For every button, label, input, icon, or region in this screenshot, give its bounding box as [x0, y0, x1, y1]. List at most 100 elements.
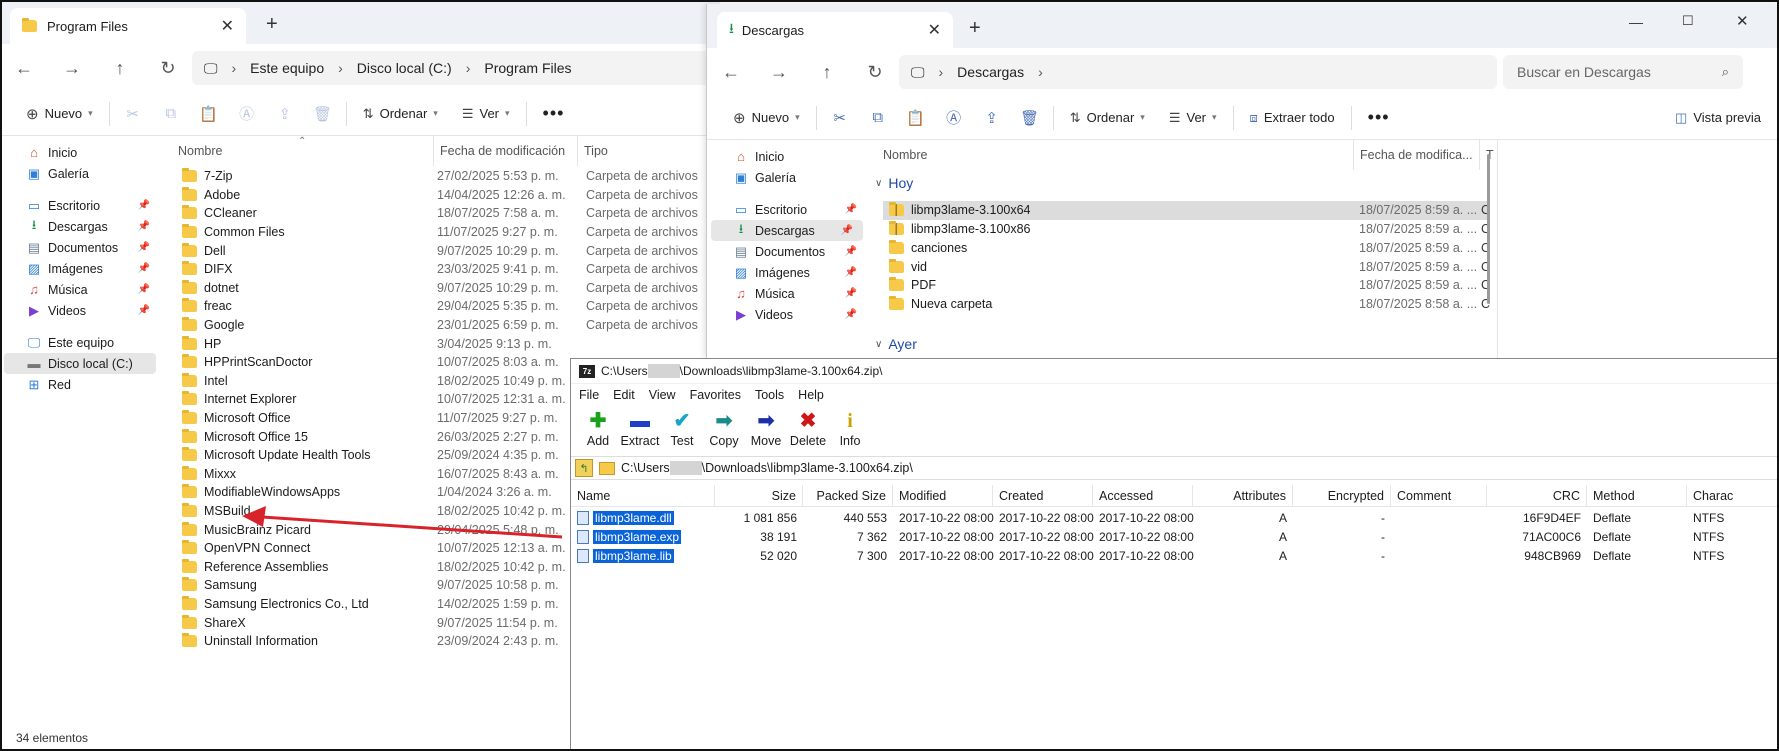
new-button[interactable]: ⊕ Nuevo ▾	[721, 102, 812, 134]
column-modified[interactable]: Fecha de modifica...	[1354, 140, 1480, 170]
new-tab-icon[interactable]: +	[266, 14, 278, 34]
file-row[interactable]: freac 29/04/2025 5:35 p. m. Carpeta de arc…	[182, 297, 698, 316]
file-row[interactable]: 7-Zip 27/02/2025 5:53 p. m. Carpeta de arc…	[182, 167, 698, 186]
file-row[interactable]: Adobe 14/04/2025 12:26 a. m. Carpeta de ar…	[182, 186, 698, 205]
extract-button[interactable]: ▬ Extract	[619, 406, 661, 448]
menu-item[interactable]: View	[649, 388, 676, 402]
file-row[interactable]: dotnet 9/07/2025 10:29 p. m. Carpeta de ar…	[182, 279, 698, 298]
sidebar-item[interactable]: ▨ Imágenes 📌	[0, 258, 160, 279]
file-row[interactable]: Common Files 11/07/2025 9:27 p. m. Carpeta…	[182, 223, 698, 242]
rename-icon[interactable]: Ⓐ	[228, 98, 266, 130]
delete-icon[interactable]: 🗑	[304, 98, 342, 130]
archive-row[interactable]: libmp3lame.exp 38 191 7 362 2017-10-22 08:0…	[571, 527, 1778, 546]
close-tab-icon[interactable]: ✕	[928, 20, 941, 40]
copy-button[interactable]: ➡ Copy	[703, 406, 745, 448]
sidebar-item[interactable]: ▭ Escritorio 📌	[707, 199, 867, 220]
sidebar-item[interactable]: ⭳ Descargas 📌	[711, 220, 863, 241]
column-header-enc[interactable]: Encrypted	[1293, 485, 1391, 507]
add-button[interactable]: ✚ Add	[577, 406, 619, 448]
minimize-icon[interactable]: —	[1629, 14, 1643, 30]
file-row[interactable]: CCleaner 18/07/2025 7:58 a. m. Carpeta de …	[182, 204, 698, 223]
extract-all-button[interactable]: ⧈ Extraer todo	[1238, 102, 1347, 134]
forward-icon[interactable]: →	[48, 58, 96, 79]
sidebar-item[interactable]: ▣ Galería	[707, 167, 867, 188]
column-modified[interactable]: Fecha de modificación	[434, 136, 578, 166]
column-header-created[interactable]: Created	[993, 485, 1093, 507]
sidebar-item[interactable]: ▬ Disco local (C:)	[4, 353, 156, 374]
test-button[interactable]: ✔ Test	[661, 406, 703, 448]
refresh-icon[interactable]: ↻	[851, 62, 899, 83]
move-button[interactable]: ➡ Move	[745, 406, 787, 448]
sidebar-item[interactable]: ⭳ Descargas 📌	[0, 216, 160, 237]
sidebar-item[interactable]: 🖵 Este equipo	[0, 332, 160, 353]
column-header-attr[interactable]: Attributes	[1193, 485, 1293, 507]
view-button[interactable]: ☰ Ver ▾	[1157, 102, 1229, 134]
column-header-name[interactable]: Name	[571, 485, 715, 507]
rename-icon[interactable]: Ⓐ	[935, 102, 973, 134]
refresh-icon[interactable]: ↻	[144, 58, 192, 79]
sidebar-item[interactable]: ▤ Documentos 📌	[707, 241, 867, 262]
sidebar-item[interactable]: ▭ Escritorio 📌	[0, 195, 160, 216]
file-row[interactable]: libmp3lame-3.100x86 18/07/2025 8:59 a. ..…	[883, 220, 1490, 239]
menu-item[interactable]: Tools	[755, 388, 784, 402]
group-header-yesterday[interactable]: ∨ Ayer	[875, 336, 917, 352]
up-icon[interactable]: ↑	[803, 62, 851, 83]
column-name[interactable]: Nombre	[877, 140, 1354, 170]
column-type[interactable]: Tipo	[578, 136, 720, 166]
cut-icon[interactable]: ✂	[821, 102, 859, 134]
sidebar-item[interactable]: ⊞ Red	[0, 374, 160, 395]
tab-program-files[interactable]: Program Files ✕	[10, 8, 246, 44]
column-header-accessed[interactable]: Accessed	[1093, 485, 1193, 507]
info-button[interactable]: i Info	[829, 406, 871, 448]
sidebar-item[interactable]: ▶ Videos 📌	[707, 304, 867, 325]
more-options-icon[interactable]: •••	[531, 98, 577, 130]
menu-item[interactable]: File	[579, 388, 599, 402]
file-row[interactable]: vid 18/07/2025 8:59 a. ... C	[883, 257, 1490, 276]
copy-icon[interactable]: ⧉	[152, 98, 190, 130]
paste-icon[interactable]: 📋	[897, 102, 935, 134]
up-icon[interactable]: ↑	[96, 58, 144, 79]
tab-downloads[interactable]: ⭳ Descargas ✕	[717, 12, 953, 48]
back-icon[interactable]: ←	[0, 58, 48, 79]
share-icon[interactable]: ⇪	[266, 98, 304, 130]
breadcrumb-item[interactable]: Disco local (C:)	[357, 60, 452, 76]
sidebar-item[interactable]: ▣ Galería	[0, 163, 160, 184]
sidebar-item[interactable]: ▤ Documentos 📌	[0, 237, 160, 258]
column-header-comment[interactable]: Comment	[1391, 485, 1487, 507]
path-field[interactable]: C:\Users \Downloads\libmp3lame-3.100x64.z…	[621, 461, 913, 476]
file-row[interactable]: Nueva carpeta 18/07/2025 8:58 a. ... C	[883, 295, 1490, 314]
delete-button[interactable]: ✖ Delete	[787, 406, 829, 448]
delete-icon[interactable]: 🗑	[1011, 102, 1049, 134]
scrollbar[interactable]	[1487, 154, 1490, 304]
view-button[interactable]: ☰ Ver ▾	[450, 98, 522, 130]
file-row[interactable]: Google 23/01/2025 6:59 p. m. Carpeta de ar…	[182, 316, 698, 335]
paste-icon[interactable]: 📋	[190, 98, 228, 130]
archive-row[interactable]: libmp3lame.dll 1 081 856 440 553 2017-10-22…	[571, 508, 1778, 527]
menu-item[interactable]: Help	[798, 388, 824, 402]
new-button[interactable]: ⊕ Nuevo ▾	[14, 98, 105, 130]
preview-pane-button[interactable]: ◫ Vista previa	[1663, 102, 1773, 134]
back-icon[interactable]: ←	[707, 62, 755, 83]
search-input[interactable]: Buscar en Descargas ⌕	[1503, 55, 1743, 89]
file-row[interactable]: canciones 18/07/2025 8:59 a. ... C	[883, 239, 1490, 258]
file-row[interactable]: DIFX 23/03/2025 9:41 p. m. Carpeta de arch…	[182, 260, 698, 279]
forward-icon[interactable]: →	[755, 62, 803, 83]
sort-button[interactable]: ⇅ Ordenar ▾	[1058, 102, 1157, 134]
new-tab-icon[interactable]: +	[969, 18, 981, 38]
sidebar-item[interactable]: ♫ Música 📌	[707, 283, 867, 304]
sidebar-item[interactable]: ▶ Videos 📌	[0, 300, 160, 321]
file-row[interactable]: Dell 9/07/2025 10:29 p. m. Carpeta de arch…	[182, 241, 698, 260]
menu-item[interactable]: Edit	[613, 388, 635, 402]
cut-icon[interactable]: ✂	[114, 98, 152, 130]
sidebar-item[interactable]: ♫ Música 📌	[0, 279, 160, 300]
breadcrumb-item[interactable]: Program Files	[484, 60, 571, 76]
file-row[interactable]: HP 3/04/2025 9:13 p. m.	[182, 334, 682, 353]
menu-item[interactable]: Favorites	[690, 388, 741, 402]
archive-row[interactable]: libmp3lame.lib 52 020 7 300 2017-10-22 08:0…	[571, 546, 1778, 565]
address-bar[interactable]: 🖵 › Descargas ›	[899, 55, 1497, 89]
close-tab-icon[interactable]: ✕	[221, 16, 234, 36]
column-header-modified[interactable]: Modified	[893, 485, 993, 507]
column-header-size[interactable]: Size	[715, 485, 803, 507]
address-bar[interactable]: 🖵 › Este equipo › Disco local (C:) › Pro…	[192, 51, 712, 85]
maximize-icon[interactable]: ☐	[1682, 13, 1694, 29]
